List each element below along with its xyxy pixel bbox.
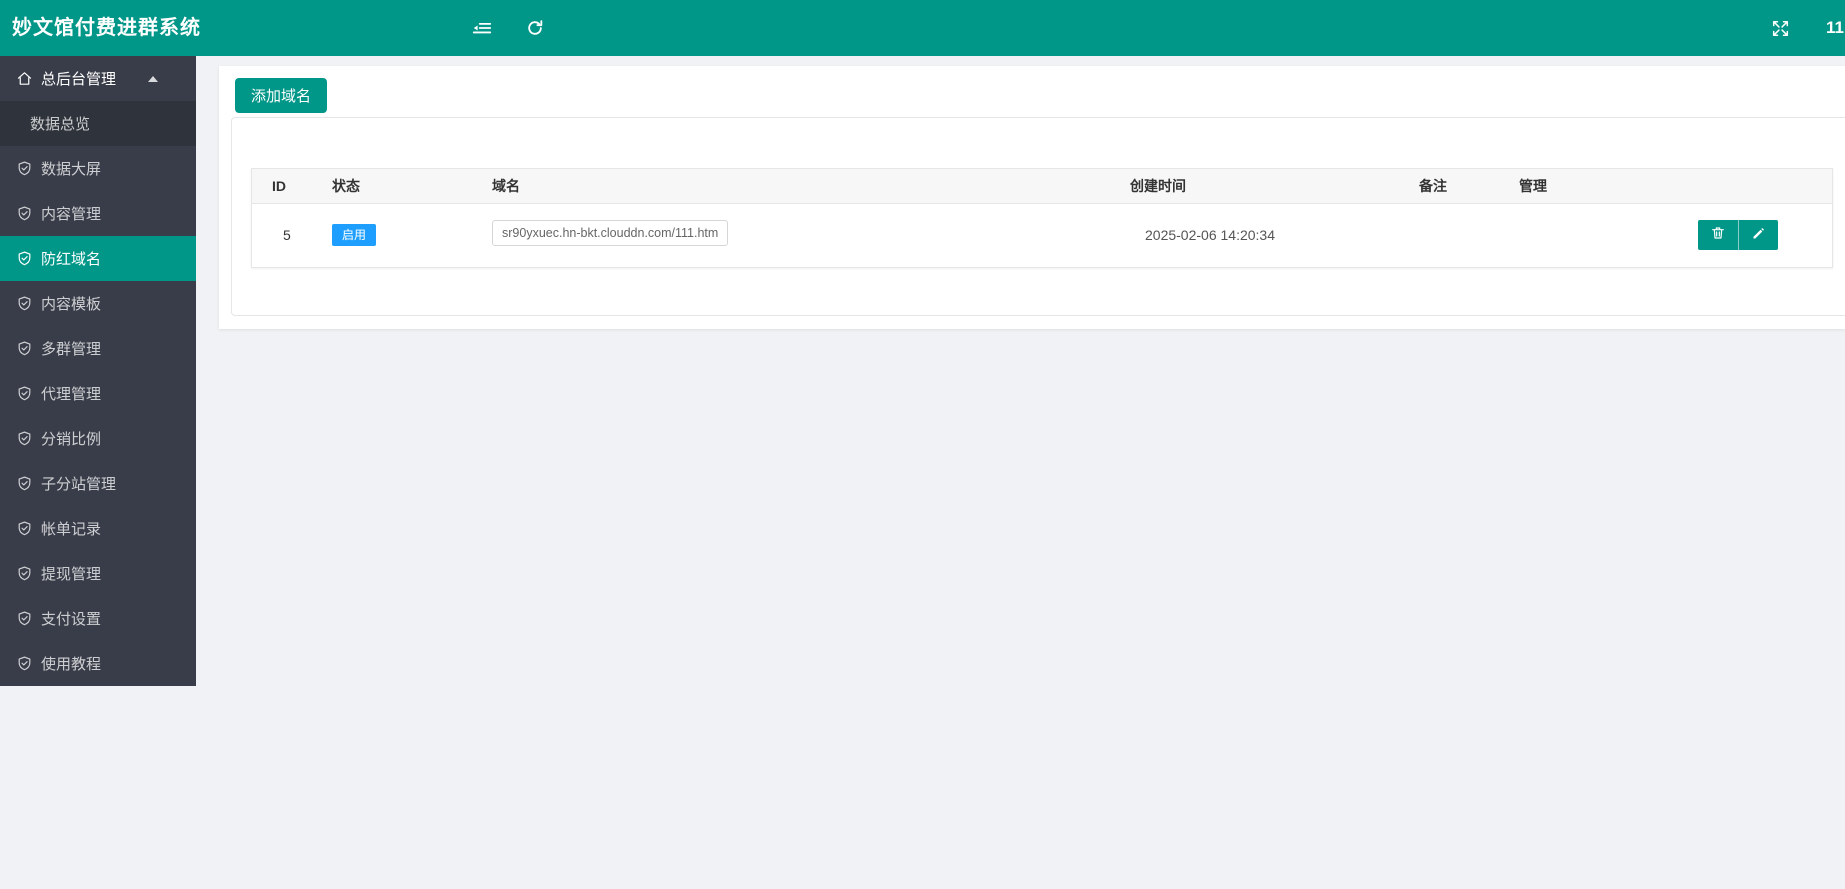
cell-status: 启用 [312,203,472,266]
delete-button[interactable] [1698,219,1738,250]
collapse-menu-icon[interactable] [470,16,494,40]
add-domain-button[interactable]: 添加域名 [235,78,327,113]
sidebar-item-multi-group[interactable]: 多群管理 [0,326,196,371]
sidebar-item-bill-records[interactable]: 帐单记录 [0,506,196,551]
shield-check-icon [16,340,33,357]
row-action-group [1698,219,1778,250]
col-header-status: 状态 [312,169,472,204]
sidebar-item-content-template[interactable]: 内容模板 [0,281,196,326]
shield-check-icon [16,565,33,582]
col-header-created: 创建时间 [1110,169,1399,204]
shield-check-icon [16,160,33,177]
status-badge: 启用 [332,223,377,246]
shield-check-icon [16,655,33,672]
domain-table: ID 状态 域名 创建时间 备注 管理 5 启用 sr90yxuec.hn-bk… [252,169,1832,266]
col-header-id: ID [252,169,312,204]
sidebar-item-admin-root[interactable]: 总后台管理 [0,56,196,101]
shield-check-icon [16,205,33,222]
trash-icon [1710,225,1726,244]
domain-list-card: ID 状态 域名 创建时间 备注 管理 5 启用 sr90yxuec.hn-bk… [231,117,1845,316]
sidebar-item-data-screen[interactable]: 数据大屏 [0,146,196,191]
sidebar-item-withdraw-manage[interactable]: 提现管理 [0,551,196,596]
shield-check-icon [16,610,33,627]
sidebar-item-substation-manage[interactable]: 子分站管理 [0,461,196,506]
pencil-icon [1751,226,1766,244]
sidebar-item-label: 内容管理 [41,206,102,223]
cell-remark [1399,203,1499,266]
domain-value-box[interactable]: sr90yxuec.hn-bkt.clouddn.com/111.htm [492,220,729,247]
app-header: 妙文馆付费进群系统 11 [0,0,1845,56]
sidebar-item-data-overview[interactable]: 数据总览 [0,101,196,146]
sidebar-item-agent-manage[interactable]: 代理管理 [0,371,196,416]
shield-check-icon [16,295,33,312]
col-header-manage: 管理 [1499,169,1832,204]
col-header-remark: 备注 [1399,169,1499,204]
main-content: 添加域名 ID 状态 域名 创建时间 备注 管理 5 启用 sr90yxuec.… [219,66,1845,329]
edit-button[interactable] [1738,219,1778,250]
header-user-text[interactable]: 11 [1826,0,1845,56]
chevron-up-icon [148,76,158,82]
shield-check-icon [16,250,33,267]
sidebar-item-label: 使用教程 [41,656,102,673]
shield-check-icon [16,520,33,537]
sidebar-item-antiblock-domain[interactable]: 防红域名 [0,236,196,281]
fullscreen-icon[interactable] [1768,16,1792,40]
sidebar-item-label: 帐单记录 [41,521,102,538]
app-title: 妙文馆付费进群系统 [12,17,201,39]
home-icon [16,70,33,87]
sidebar-item-label: 数据大屏 [41,161,102,178]
domain-table-panel: ID 状态 域名 创建时间 备注 管理 5 启用 sr90yxuec.hn-bk… [251,168,1833,268]
shield-check-icon [16,475,33,492]
col-header-domain: 域名 [472,169,1110,204]
table-row: 5 启用 sr90yxuec.hn-bkt.clouddn.com/111.ht… [252,203,1832,266]
cell-manage [1499,203,1832,266]
sidebar-item-label: 子分站管理 [41,476,117,493]
sidebar-item-label: 多群管理 [41,341,102,358]
cell-domain: sr90yxuec.hn-bkt.clouddn.com/111.htm [472,203,1110,266]
sidebar-item-distribution-ratio[interactable]: 分销比例 [0,416,196,461]
sidebar-item-content-manage[interactable]: 内容管理 [0,191,196,236]
sidebar-item-label: 支付设置 [41,611,102,628]
sidebar-item-label: 总后台管理 [41,71,117,88]
sidebar-item-label: 防红域名 [41,251,102,268]
sidebar-nav: 总后台管理 数据总览 数据大屏 内容管理 防红域名 内容模板 多群管理 代理管理… [0,56,196,686]
cell-id: 5 [283,226,291,243]
sidebar-item-user-tutorial[interactable]: 使用教程 [0,641,196,686]
app-root: 妙文馆付费进群系统 11 总后台管理 数据总览 数据大屏 内容管理 防红域名 内… [0,0,1845,889]
refresh-icon[interactable] [523,16,547,40]
sidebar-item-label: 分销比例 [41,431,102,448]
table-header-row: ID 状态 域名 创建时间 备注 管理 [252,169,1832,204]
cell-created-time: 2025-02-06 14:20:34 [1145,226,1275,243]
sidebar-item-payment-settings[interactable]: 支付设置 [0,596,196,641]
shield-check-icon [16,385,33,402]
sidebar-item-label: 内容模板 [41,296,102,313]
sidebar-item-label: 数据总览 [30,116,91,133]
shield-check-icon [16,430,33,447]
sidebar-item-label: 提现管理 [41,566,102,583]
sidebar-item-label: 代理管理 [41,386,102,403]
